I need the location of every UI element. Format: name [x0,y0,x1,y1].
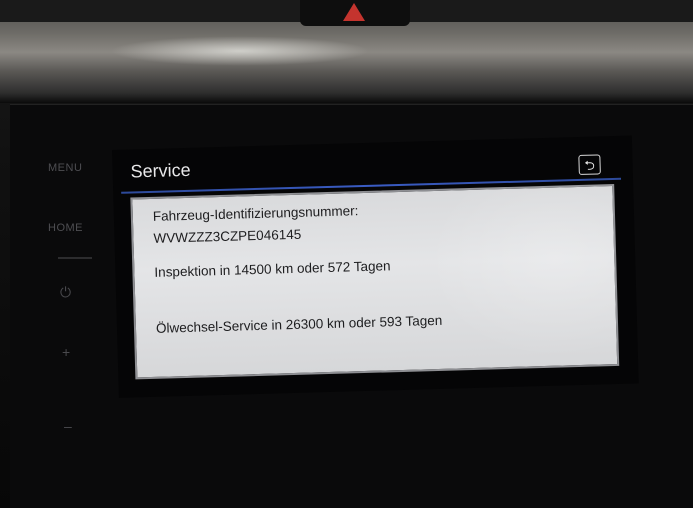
power-icon[interactable]: ⏻ [60,284,71,301]
menu-button[interactable]: MENU [48,162,82,174]
back-button[interactable]: ⮌ [578,154,601,175]
inspection-info: Inspektion in 14500 km oder 572 Tagen [154,258,391,280]
minus-icon[interactable]: – [64,418,72,434]
back-arrow-icon: ⮌ [584,157,596,173]
home-button[interactable]: HOME [48,222,83,234]
side-divider [58,257,92,259]
service-info-panel: Fahrzeug-Identifizierungsnummer: WVWZZZ3… [130,183,620,380]
oil-service-info: Ölwechsel-Service in 26300 km oder 593 T… [155,312,443,336]
plus-icon[interactable]: + [62,344,70,360]
vin-value: WVWZZZ3CZPE046145 [153,226,302,246]
vin-label: Fahrzeug-Identifizierungsnummer: [152,203,359,224]
page-title: Service [130,159,191,182]
hazard-triangle-icon [343,3,365,21]
car-dashboard-photo: MENU HOME ⏻ + – Service ⮌ Fahrzeug-Ident… [0,0,693,508]
dashboard-groove [0,93,693,103]
infotainment-screen: Service ⮌ Fahrzeug-Identifizierungsnumme… [112,135,639,398]
